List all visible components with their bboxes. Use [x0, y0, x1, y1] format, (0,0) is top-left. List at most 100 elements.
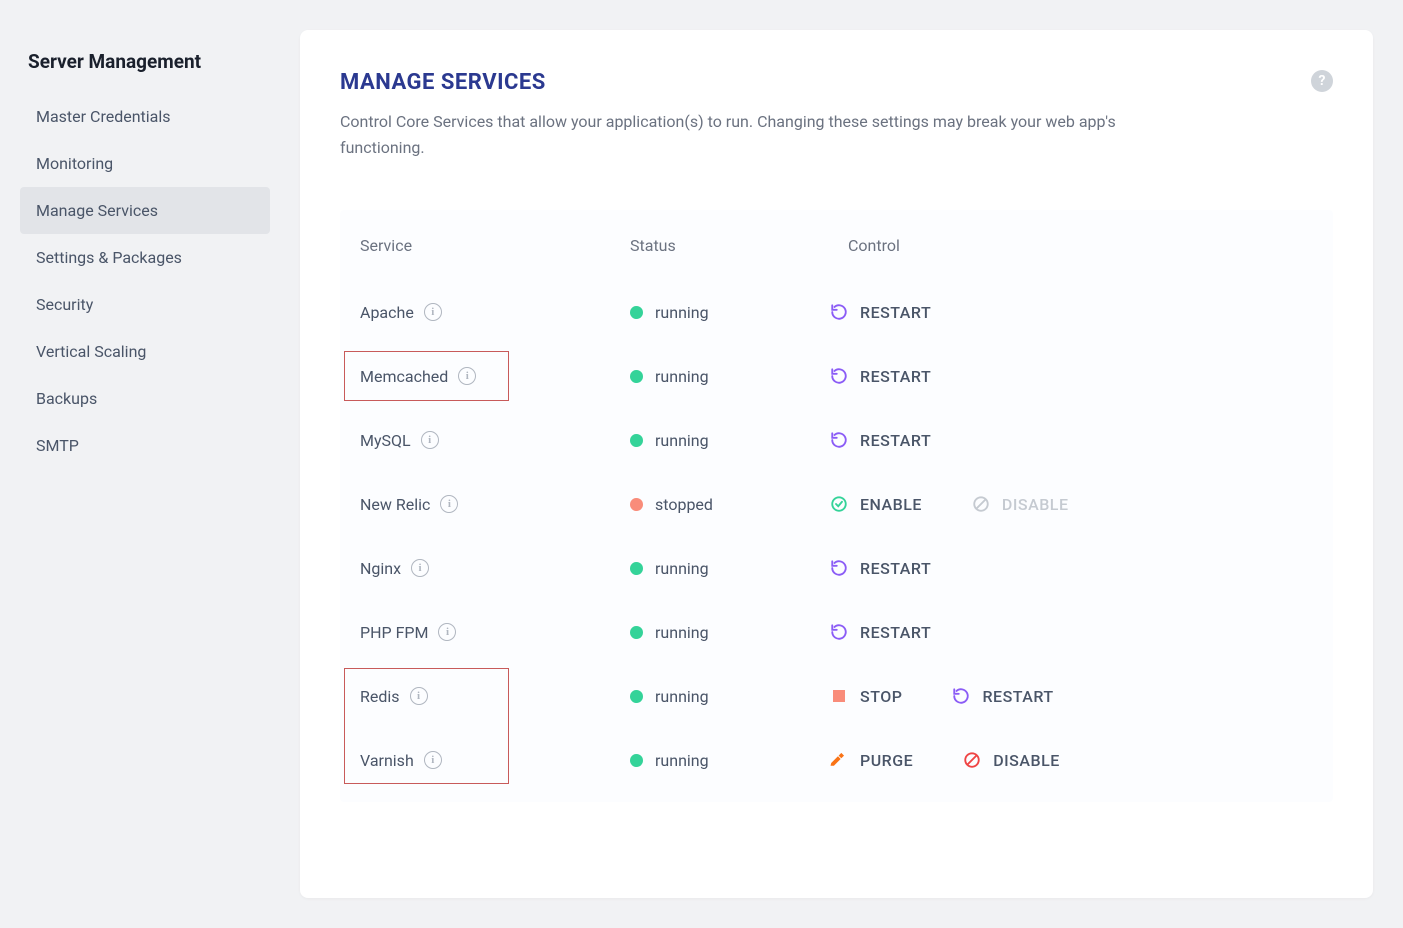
restart-button[interactable]: RESTART — [830, 303, 931, 322]
status-dot-icon — [630, 306, 643, 319]
col-header-control: Control — [830, 236, 1313, 255]
restart-button[interactable]: RESTART — [830, 367, 931, 386]
status-cell: running — [630, 431, 830, 450]
service-name: Redis — [360, 687, 400, 706]
info-icon[interactable]: i — [440, 495, 458, 513]
service-name: New Relic — [360, 495, 430, 514]
status-cell: running — [630, 559, 830, 578]
restart-icon — [830, 559, 848, 577]
status-cell: running — [630, 367, 830, 386]
status-text: running — [655, 431, 709, 450]
status-text: running — [655, 687, 709, 706]
service-name: MySQL — [360, 431, 411, 450]
service-name-cell: Varnishi — [360, 751, 630, 770]
service-name-cell: Nginxi — [360, 559, 630, 578]
status-text: running — [655, 559, 709, 578]
sidebar-item-vertical-scaling[interactable]: Vertical Scaling — [20, 328, 270, 375]
sidebar-item-master-credentials[interactable]: Master Credentials — [20, 93, 270, 140]
disable-icon — [963, 751, 981, 769]
status-dot-icon — [630, 690, 643, 703]
info-icon[interactable]: i — [424, 303, 442, 321]
enable-icon — [830, 495, 848, 513]
status-cell: stopped — [630, 495, 830, 514]
controls-cell: RESTART — [830, 367, 1313, 386]
col-header-service: Service — [360, 236, 630, 255]
restart-button[interactable]: RESTART — [830, 431, 931, 450]
status-text: running — [655, 367, 709, 386]
info-icon[interactable]: i — [438, 623, 456, 641]
status-text: running — [655, 751, 709, 770]
controls-cell: RESTART — [830, 303, 1313, 322]
status-dot-icon — [630, 498, 643, 511]
control-label: RESTART — [982, 687, 1053, 706]
sidebar-item-smtp[interactable]: SMTP — [20, 422, 270, 469]
service-name-cell: Apachei — [360, 303, 630, 322]
restart-icon — [830, 303, 848, 321]
table-row: Apachei running RESTART — [340, 280, 1333, 344]
stop-icon — [830, 687, 848, 705]
service-name-cell: MySQL i — [360, 431, 630, 450]
sidebar-item-manage-services[interactable]: Manage Services — [20, 187, 270, 234]
status-dot-icon — [630, 754, 643, 767]
info-icon[interactable]: i — [424, 751, 442, 769]
restart-icon — [830, 367, 848, 385]
status-text: running — [655, 623, 709, 642]
sidebar-item-monitoring[interactable]: Monitoring — [20, 140, 270, 187]
sidebar-item-security[interactable]: Security — [20, 281, 270, 328]
disable-button[interactable]: DISABLE — [963, 751, 1060, 770]
status-cell: running — [630, 687, 830, 706]
services-table: Service Status Control ApacheirunningRES… — [340, 210, 1333, 802]
control-label: RESTART — [860, 431, 931, 450]
control-label: PURGE — [860, 751, 913, 770]
service-name: Memcached — [360, 367, 448, 386]
restart-button[interactable]: RESTART — [952, 687, 1053, 706]
controls-cell: RESTART — [830, 623, 1313, 642]
page-description: Control Core Services that allow your ap… — [340, 109, 1120, 160]
service-name-cell: New Relic i — [360, 495, 630, 514]
status-cell: running — [630, 751, 830, 770]
info-icon[interactable]: i — [411, 559, 429, 577]
service-name-cell: Redisi — [360, 687, 630, 706]
table-row: PHP FPM i running RESTART — [340, 600, 1333, 664]
enable-button[interactable]: ENABLE — [830, 495, 922, 514]
control-label: DISABLE — [993, 751, 1060, 770]
disable-icon — [972, 495, 990, 513]
restart-button[interactable]: RESTART — [830, 559, 931, 578]
service-name-cell: Memcached i — [360, 367, 630, 386]
status-cell: running — [630, 303, 830, 322]
restart-icon — [830, 431, 848, 449]
purge-button[interactable]: PURGE — [830, 751, 913, 770]
restart-button[interactable]: RESTART — [830, 623, 931, 642]
info-icon[interactable]: i — [410, 687, 428, 705]
service-name: Apache — [360, 303, 414, 322]
table-row: Varnishi running PURGE DISABLE — [340, 728, 1333, 792]
restart-icon — [952, 687, 970, 705]
table-row: New Relic i stopped ENABLE DISABLE — [340, 472, 1333, 536]
control-label: DISABLE — [1002, 495, 1069, 514]
purge-icon — [830, 751, 848, 769]
controls-cell: PURGE DISABLE — [830, 751, 1313, 770]
sidebar-item-settings-packages[interactable]: Settings & Packages — [20, 234, 270, 281]
status-dot-icon — [630, 434, 643, 447]
control-label: RESTART — [860, 367, 931, 386]
status-dot-icon — [630, 626, 643, 639]
page-title: MANAGE SERVICES — [340, 70, 1120, 95]
control-label: RESTART — [860, 559, 931, 578]
col-header-status: Status — [630, 236, 830, 255]
control-label: RESTART — [860, 623, 931, 642]
control-label: RESTART — [860, 303, 931, 322]
table-row: Memcached i running RESTART — [340, 344, 1333, 408]
help-icon[interactable]: ? — [1311, 70, 1333, 92]
controls-cell: ENABLE DISABLE — [830, 495, 1313, 514]
controls-cell: RESTART — [830, 431, 1313, 450]
info-icon[interactable]: i — [458, 367, 476, 385]
restart-icon — [830, 623, 848, 641]
control-label: STOP — [860, 687, 902, 706]
info-icon[interactable]: i — [421, 431, 439, 449]
stop-button[interactable]: STOP — [830, 687, 902, 706]
status-text: stopped — [655, 495, 713, 514]
sidebar: Server Management Master CredentialsMoni… — [20, 30, 270, 898]
status-text: running — [655, 303, 709, 322]
service-name: PHP FPM — [360, 623, 428, 642]
sidebar-item-backups[interactable]: Backups — [20, 375, 270, 422]
